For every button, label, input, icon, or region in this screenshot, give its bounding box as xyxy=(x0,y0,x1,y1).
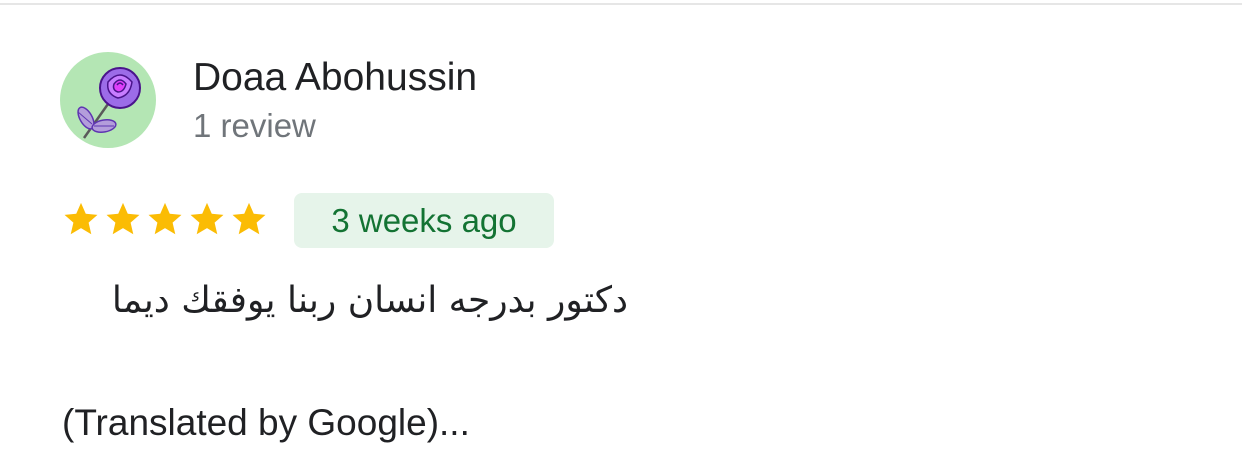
star-rating xyxy=(62,200,268,238)
author-name[interactable]: Doaa Abohussin xyxy=(193,56,477,100)
review-date-badge: 3 weeks ago xyxy=(294,193,554,248)
star-icon xyxy=(148,202,182,235)
review-text: دكتور بدرجه انسان ربنا يوفقك ديما xyxy=(111,280,628,321)
review-count: 1 review xyxy=(193,107,316,144)
translated-by-google-link[interactable]: (Translated by Google)... xyxy=(62,402,470,444)
star-icon xyxy=(232,202,266,235)
rose-icon xyxy=(77,67,141,139)
avatar[interactable] xyxy=(60,52,156,148)
star-icon xyxy=(190,202,224,235)
star-icon xyxy=(64,202,98,235)
star-icon xyxy=(106,202,140,235)
review-card: Doaa Abohussin 1 review 3 weeks ago دكتو… xyxy=(0,0,1242,464)
